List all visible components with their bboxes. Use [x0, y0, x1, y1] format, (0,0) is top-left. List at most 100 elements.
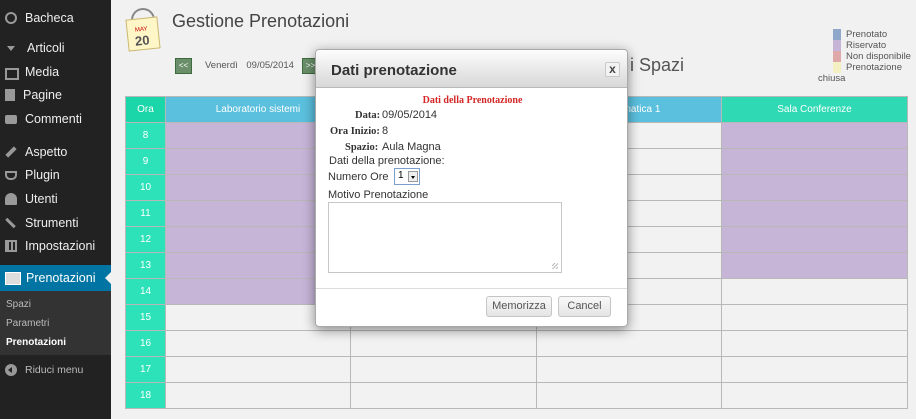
- submenu-item-prenotazioni[interactable]: Prenotazioni: [6, 337, 66, 348]
- legend-label-continued: chiusa: [818, 73, 846, 84]
- slot-cell[interactable]: [721, 382, 908, 409]
- dropdown-arrow-icon: [408, 171, 418, 182]
- table-row: 17: [125, 356, 908, 383]
- sidebar-item-label: Commenti: [25, 112, 82, 126]
- cancel-button[interactable]: Cancel: [558, 296, 611, 317]
- sidebar-item-media[interactable]: Media: [0, 61, 111, 83]
- slot-cell[interactable]: [721, 200, 908, 227]
- sidebar-item-label: Pagine: [23, 88, 62, 102]
- save-button[interactable]: Memorizza: [486, 296, 552, 317]
- close-icon[interactable]: x: [605, 62, 620, 77]
- sidebar-item-strumenti[interactable]: Strumenti: [0, 212, 111, 234]
- legend: Prenotato Riservato Non disponibile Pren…: [818, 29, 911, 84]
- slot-cell[interactable]: [721, 148, 908, 175]
- page-title: Gestione Prenotazioni: [172, 11, 350, 31]
- table-row: 18: [125, 382, 908, 409]
- collapse-menu-label: Riduci menu: [25, 364, 84, 376]
- legend-label: Prenotazione: [846, 62, 902, 73]
- current-date: Venerdì 09/05/2014: [205, 60, 294, 71]
- sidebar-item-commenti[interactable]: Commenti: [0, 108, 111, 130]
- legend-swatch: [833, 62, 841, 73]
- slot-cell[interactable]: [721, 278, 908, 305]
- slot-cell[interactable]: [165, 382, 351, 409]
- sidebar-item-label: Articoli: [27, 41, 65, 55]
- sidebar-item-impostazioni[interactable]: Impostazioni: [0, 235, 111, 257]
- hour-cell: 8: [125, 122, 166, 149]
- sidebar-item-prenotazioni[interactable]: Prenotazioni: [0, 265, 111, 291]
- booking-data-label: Dati della prenotazione:: [329, 155, 445, 167]
- resize-grip-icon[interactable]: [552, 263, 558, 269]
- wrench-icon: [5, 217, 16, 229]
- slot-cell[interactable]: [536, 330, 722, 357]
- start-hour-label: Ora Inizio:: [330, 126, 380, 137]
- page-icon: [5, 89, 15, 101]
- legend-label: Non disponibile: [846, 51, 911, 62]
- admin-sidebar: Bacheca Articoli Media Pagine Commenti A…: [0, 0, 111, 419]
- legend-item-non-disponibile: Non disponibile: [818, 51, 911, 62]
- hour-cell: 18: [125, 382, 166, 409]
- date-label: Data:: [355, 110, 381, 121]
- space-label: Spazio:: [345, 142, 379, 153]
- previous-day-button[interactable]: <<: [175, 58, 192, 74]
- hour-cell: 15: [125, 304, 166, 331]
- legend-swatch: [833, 51, 841, 62]
- slot-cell[interactable]: [721, 304, 908, 331]
- hour-cell: 13: [125, 252, 166, 279]
- slot-cell[interactable]: [165, 330, 351, 357]
- slot-cell[interactable]: [721, 252, 908, 279]
- dialog-divider: [316, 288, 627, 289]
- slot-cell[interactable]: [350, 330, 537, 357]
- space-value: Aula Magna: [382, 141, 441, 153]
- slot-cell[interactable]: [721, 330, 908, 357]
- hour-cell: 12: [125, 226, 166, 253]
- submenu-item-spazi[interactable]: Spazi: [6, 299, 31, 310]
- hour-cell: 11: [125, 200, 166, 227]
- pushpin-icon: [7, 45, 15, 51]
- paintbrush-icon: [5, 146, 17, 158]
- slot-cell[interactable]: [536, 382, 722, 409]
- sidebar-item-plugin[interactable]: Plugin: [0, 164, 111, 186]
- hours-select[interactable]: 1: [394, 168, 420, 185]
- hour-cell: 9: [125, 148, 166, 175]
- sidebar-item-articoli[interactable]: Articoli: [0, 37, 111, 59]
- sidebar-item-bacheca[interactable]: Bacheca: [0, 7, 111, 29]
- calendar-day: 20: [134, 32, 151, 49]
- legend-label: Prenotato: [846, 29, 888, 40]
- user-icon: [5, 193, 17, 205]
- column-header-ora: Ora: [125, 96, 166, 123]
- sidebar-item-label: Bacheca: [25, 11, 74, 25]
- hour-cell: 17: [125, 356, 166, 383]
- sidebar-submenu: Spazi Parametri Prenotazioni: [0, 291, 111, 355]
- dialog-title: Dati prenotazione: [331, 62, 457, 79]
- slot-cell[interactable]: [721, 356, 908, 383]
- legend-swatch: [833, 29, 841, 40]
- settings-icon: [5, 240, 17, 252]
- collapse-menu-button[interactable]: Riduci menu: [0, 359, 111, 381]
- submenu-item-parametri[interactable]: Parametri: [6, 318, 49, 329]
- slot-cell[interactable]: [350, 382, 537, 409]
- plug-icon: [5, 170, 17, 180]
- sidebar-item-aspetto[interactable]: Aspetto: [0, 141, 111, 163]
- reason-textarea[interactable]: [328, 202, 562, 273]
- legend-item-prenotato: Prenotato: [818, 29, 911, 40]
- legend-item-riservato: Riservato: [818, 40, 911, 51]
- sidebar-item-label: Utenti: [25, 192, 58, 206]
- dashboard-dial-icon: [5, 12, 17, 24]
- date-value: 09/05/2014: [382, 109, 438, 121]
- sidebar-item-label: Impostazioni: [25, 239, 96, 253]
- slot-cell[interactable]: [721, 174, 908, 201]
- sidebar-item-utenti[interactable]: Utenti: [0, 188, 111, 210]
- calendar-icon: MAY 20: [125, 8, 161, 52]
- slot-cell[interactable]: [536, 356, 722, 383]
- reason-label: Motivo Prenotazione: [328, 189, 429, 201]
- dialog-header: Dati prenotazione x: [316, 50, 627, 88]
- slot-cell[interactable]: [721, 226, 908, 253]
- slot-cell[interactable]: [350, 356, 537, 383]
- slot-cell[interactable]: [165, 356, 351, 383]
- sidebar-item-label: Aspetto: [25, 145, 68, 159]
- slot-cell[interactable]: [721, 122, 908, 149]
- hours-label: Numero Ore: [328, 171, 389, 183]
- comment-bubble-icon: [5, 114, 17, 124]
- sidebar-item-pagine[interactable]: Pagine: [0, 84, 111, 106]
- legend-item-prenotazione: Prenotazione: [818, 62, 911, 73]
